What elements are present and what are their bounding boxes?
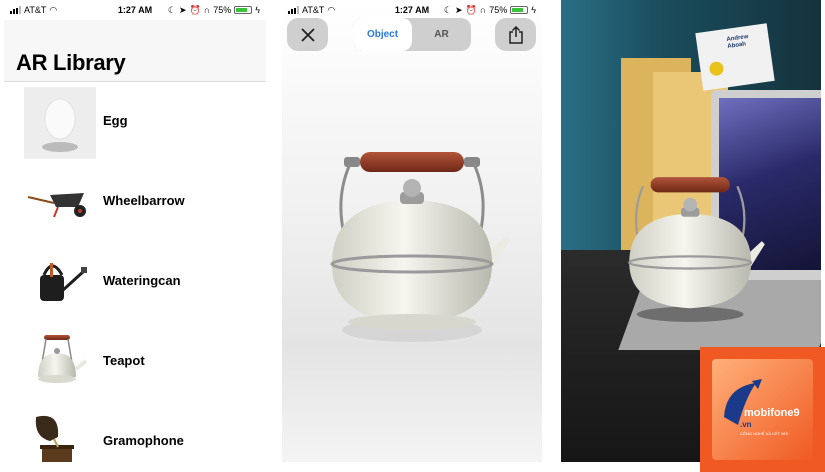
ar-library-screen: AT&T ◠ 1:27 AM ☾ ➤ ⏰ ∩ 75% ϟ AR Library …	[4, 0, 266, 462]
teapot-ar-model[interactable]	[619, 168, 769, 328]
model-list: Egg Wheelbarrow Wateringcan Teapot Gramo…	[4, 83, 266, 462]
list-item-label: Wateringcan	[103, 273, 181, 288]
page-title: AR Library	[16, 50, 126, 75]
close-button[interactable]	[287, 18, 328, 51]
list-item-label: Wheelbarrow	[103, 193, 185, 208]
watermark-brand: mobifone9	[744, 407, 800, 419]
watering-can-icon	[24, 247, 96, 319]
pin-icon	[709, 61, 724, 76]
share-icon	[508, 25, 523, 44]
teapot-model[interactable]	[322, 140, 512, 350]
view-mode-segmented-control[interactable]: Object AR	[353, 18, 471, 51]
status-bar: AT&T ◠ 1:27 AM ☾ ➤ ⏰ ∩ 75% ϟ	[4, 0, 266, 20]
watermark-tagline: CÔNG NGHỆ VÀ KẾT NỐI	[740, 431, 789, 436]
list-item-wateringcan[interactable]: Wateringcan	[4, 243, 266, 323]
teapot-icon	[24, 327, 96, 399]
segment-object[interactable]: Object	[353, 18, 412, 51]
status-time: 1:27 AM	[117, 5, 153, 15]
list-item-label: Egg	[103, 113, 128, 128]
watermark-logo: mobifone9 .vn CÔNG NGHỆ VÀ KẾT NỐI	[700, 347, 825, 472]
segment-ar[interactable]: AR	[412, 18, 471, 51]
list-item-egg[interactable]: Egg	[4, 83, 266, 163]
list-item-wheelbarrow[interactable]: Wheelbarrow	[4, 163, 266, 243]
status-bar: AT&T ◠ 1:27 AM ☾ ➤ ⏰ ∩ 75% ϟ	[282, 0, 542, 20]
card-name: Andrew Aboah	[726, 33, 749, 50]
list-item-teapot[interactable]: Teapot	[4, 323, 266, 403]
status-time: 1:27 AM	[394, 5, 430, 15]
list-item-label: Teapot	[103, 353, 145, 368]
share-button[interactable]	[495, 18, 536, 51]
navigation-bar: AR Library	[4, 20, 266, 82]
wheelbarrow-icon	[24, 167, 96, 239]
list-item-gramophone[interactable]: Gramophone	[4, 403, 266, 462]
business-card: Andrew Aboah	[695, 23, 775, 91]
object-viewer-screen: AT&T ◠ 1:27 AM ☾ ➤ ⏰ ∩ 75% ϟ Object AR	[282, 0, 542, 462]
egg-icon	[24, 87, 96, 159]
battery-icon	[234, 6, 253, 14]
watermark-domain: .vn	[740, 420, 752, 429]
close-icon	[300, 27, 315, 42]
gramophone-icon	[24, 407, 96, 462]
battery-icon	[510, 6, 529, 14]
list-item-label: Gramophone	[103, 433, 184, 448]
